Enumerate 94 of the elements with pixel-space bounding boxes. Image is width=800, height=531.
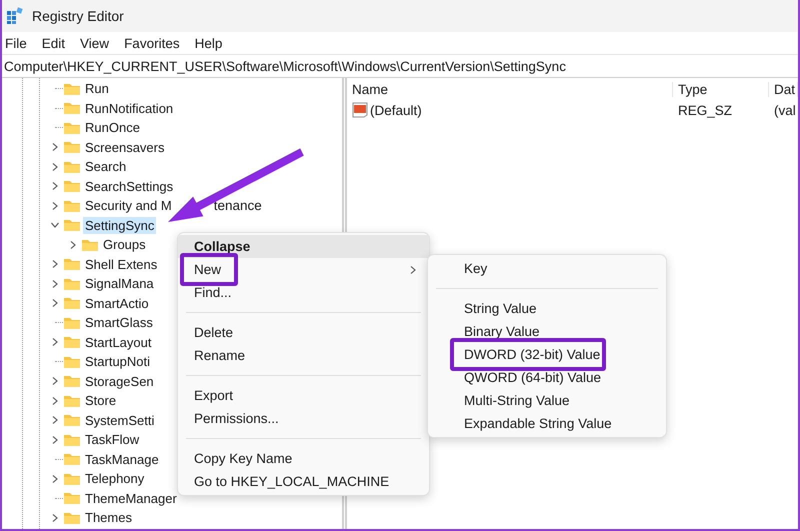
expand-chevron-icon[interactable] [51,202,59,210]
tree-item[interactable]: StartupNoti [83,353,152,370]
tree-item[interactable]: RunOnce [83,119,142,136]
expand-chevron-icon[interactable] [409,266,417,274]
context-menu-item[interactable]: Delete [178,321,429,344]
submenu-item[interactable]: Expandable String Value [428,412,666,435]
folder-icon [63,316,81,330]
tree-item[interactable]: StartLayout [83,334,154,351]
tree-item[interactable]: SettingSync [83,216,156,234]
folder-icon [63,354,81,369]
menu-item[interactable]: Edit [42,36,66,50]
context-menu-item[interactable]: Copy Key Name [178,447,429,470]
expand-chevron-icon[interactable] [51,436,59,444]
window-title: Registry Editor [32,8,124,24]
menu-item[interactable]: Help [194,36,222,50]
folder-icon [63,335,81,350]
submenu-item[interactable]: DWORD (32-bit) Value [428,343,666,366]
submenu-item[interactable]: Key [428,257,666,280]
folder-icon [63,218,81,232]
expand-chevron-icon[interactable] [51,416,59,424]
tree-item[interactable]: Groups [101,236,148,254]
tree-item[interactable]: SystemSetti [83,412,156,429]
expand-chevron-icon[interactable] [51,338,59,346]
folder-icon [63,510,81,525]
expand-chevron-icon[interactable] [51,396,59,405]
folder-icon [63,140,81,154]
submenu-item[interactable]: Multi-String Value [428,389,666,412]
expand-chevron-icon[interactable] [51,474,59,483]
tree-item[interactable]: TaskManage [83,450,161,468]
expand-chevron-icon[interactable] [69,240,77,249]
expand-chevron-icon[interactable] [51,143,59,152]
submenu-item[interactable]: QWORD (64-bit) Value [428,366,666,389]
folder-icon [63,296,81,310]
folder-icon [63,82,81,96]
submenu-item[interactable]: String Value [428,297,666,320]
column-header[interactable]: Dat [769,82,798,96]
tree-item[interactable]: Run [83,80,111,98]
context-menu-item[interactable]: Go to HKEY_LOCAL_MACHINE [178,470,429,493]
expand-chevron-icon[interactable] [51,377,59,386]
folder-icon [63,472,81,486]
expand-chevron-icon[interactable] [51,299,59,308]
folder-icon [63,491,81,506]
collapse-chevron-icon[interactable] [51,221,59,230]
value-type: REG_SZ [677,102,734,118]
tree-item-text: tenance [214,198,262,214]
folder-icon [63,394,81,408]
column-header[interactable]: Name [347,82,673,96]
menu-item[interactable]: View [80,36,110,50]
expand-chevron-icon[interactable] [51,514,59,522]
tree-item[interactable]: ThemeManager [83,490,179,507]
tree-item[interactable]: Store [83,392,118,410]
tree-item[interactable]: TaskFlow [83,431,142,448]
tree-item[interactable]: Screensavers [83,138,166,156]
folder-icon [63,276,81,291]
expand-chevron-icon[interactable] [51,182,59,190]
menu-item[interactable]: Favorites [124,36,180,50]
tree-item[interactable]: Search [83,158,128,176]
context-menu-item[interactable]: Permissions... [178,407,429,430]
value-name: (Default) [370,102,422,118]
registry-app-icon [6,7,24,25]
tree-item[interactable]: SearchSettings [83,178,176,195]
expand-chevron-icon[interactable] [51,162,59,171]
folder-icon [63,160,81,174]
context-menu-item[interactable]: Find... [178,281,429,304]
tree-item[interactable]: SmartGlass [83,314,155,332]
address-field[interactable]: Computer\HKEY_CURRENT_USER\Software\Microsoft\Windows\CurrentVersion\SettingSync [2,54,798,78]
folder-icon [63,198,81,213]
context-menu-item[interactable]: New [178,258,429,281]
tree-item[interactable]: Telephony [83,470,146,488]
folder-icon [63,374,81,388]
column-header[interactable]: Type [673,82,769,96]
value-data: (val [773,102,797,118]
expand-chevron-icon[interactable] [51,260,59,268]
tree-item[interactable]: StorageSen [83,372,156,390]
tree-item[interactable]: Themes [83,509,134,526]
folder-icon [81,238,99,252]
folder-icon [63,413,81,428]
folder-icon [63,101,81,116]
folder-icon [63,432,81,447]
tree-item[interactable]: SignalMana [83,275,156,292]
menu-item[interactable]: File [5,36,27,50]
tree-item[interactable]: RunNotification [83,100,176,117]
expand-chevron-icon[interactable] [51,280,59,288]
context-menu-item[interactable]: Export [178,384,429,407]
context-menu-item[interactable]: Rename [178,344,429,367]
context-menu-item[interactable]: Collapse [178,235,429,258]
tree-item[interactable]: SmartActio [83,294,151,312]
folder-icon [63,452,81,466]
tree-item[interactable]: Shell Extens [83,256,160,273]
folder-icon [63,257,81,272]
folder-icon [63,120,81,135]
tree-item[interactable]: Security and M [83,197,174,214]
folder-icon [63,179,81,194]
string-value-icon [352,102,368,118]
